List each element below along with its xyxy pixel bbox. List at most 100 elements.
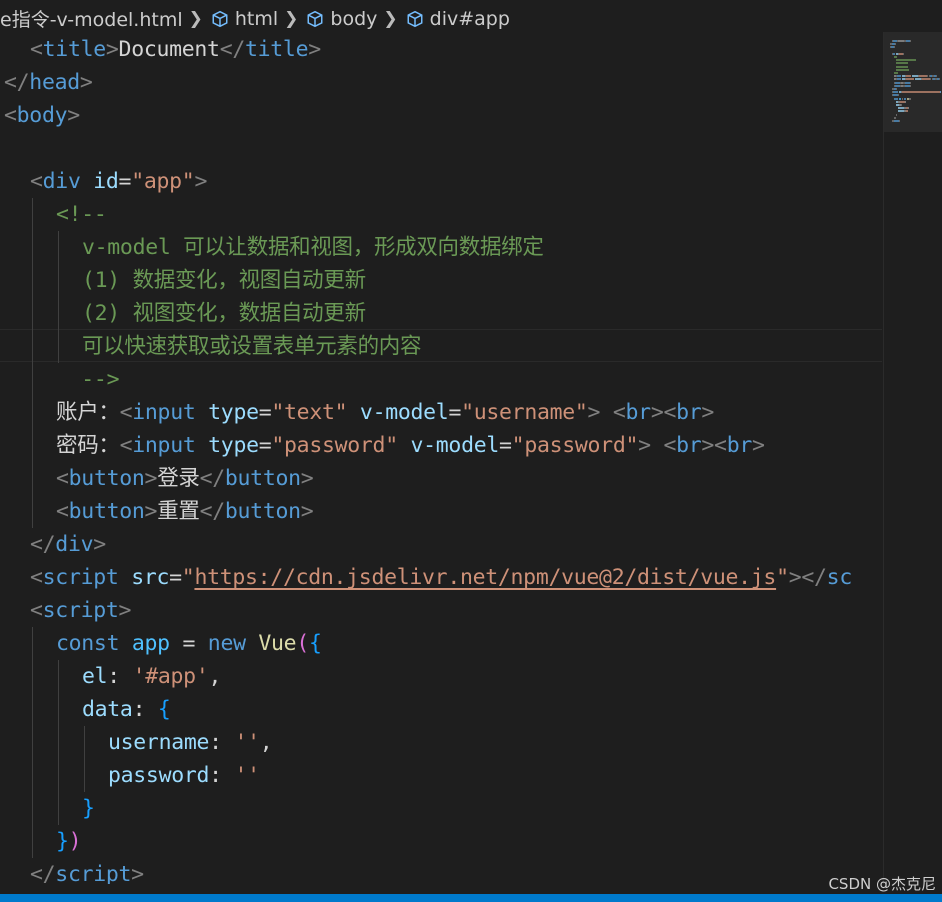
code-token: script xyxy=(42,565,119,590)
code-line[interactable]: <title>Document</title> xyxy=(30,33,321,66)
code-line[interactable]: 可以快速获取或设置表单元素的内容 xyxy=(82,330,422,363)
code-line[interactable]: --> xyxy=(56,363,119,396)
code-token: title xyxy=(245,37,309,62)
code-token: "password" xyxy=(271,433,398,458)
code-token: >< xyxy=(650,400,677,425)
code-token: '#app' xyxy=(132,664,209,689)
code-line[interactable]: <div id="app"> xyxy=(30,165,207,198)
code-line[interactable]: </script> xyxy=(30,858,144,884)
code-line[interactable]: (1) 数据变化，视图自动更新 xyxy=(82,264,366,297)
code-line[interactable]: <body> xyxy=(4,99,80,132)
code-token: { xyxy=(308,631,322,656)
code-line[interactable]: 账户：<input type="text" v-model="username"… xyxy=(56,396,714,429)
code-line[interactable]: } xyxy=(82,792,95,825)
code-token: > xyxy=(701,400,715,425)
minimap-token xyxy=(894,97,898,100)
code-token: br xyxy=(625,400,652,425)
code-token: <!-- xyxy=(56,202,107,227)
minimap-token xyxy=(896,113,897,116)
code-token: > xyxy=(118,598,132,623)
code-token: button xyxy=(68,466,145,491)
code-line[interactable]: data: { xyxy=(82,693,171,726)
code-token: </ xyxy=(30,862,56,884)
code-line[interactable]: 密码：<input type="password" v-model="passw… xyxy=(56,429,765,462)
minimap-token xyxy=(897,75,901,78)
minimap-token xyxy=(936,75,937,78)
code-token: password xyxy=(108,763,210,788)
code-token: (1) 数据变化，视图自动更新 xyxy=(82,268,366,293)
code-token: > xyxy=(67,103,80,128)
breadcrumb-file[interactable]: e指令-v-model.html xyxy=(0,5,183,32)
code-token: app xyxy=(131,631,170,656)
breadcrumb-item-body[interactable]: body xyxy=(306,8,377,30)
code-token: 重置 xyxy=(157,499,200,524)
code-token: : xyxy=(209,763,235,788)
code-token: } xyxy=(56,829,69,854)
code-token: button xyxy=(224,499,301,524)
minimap-token xyxy=(894,56,897,58)
code-token: > xyxy=(79,70,93,95)
code-editor[interactable]: <title>Document</title> </head> <body> <div… xyxy=(0,32,882,884)
code-token: < xyxy=(30,37,43,62)
code-line[interactable]: <button>重置</button> xyxy=(56,495,314,528)
code-token: : xyxy=(209,730,235,755)
code-token: </ xyxy=(4,70,30,95)
code-token: Vue xyxy=(258,631,297,656)
code-token: > xyxy=(144,466,158,491)
minimap-token xyxy=(899,97,901,100)
code-token: > xyxy=(308,37,321,62)
code-token: </ xyxy=(30,532,56,557)
code-token: = xyxy=(182,631,196,656)
breadcrumb-item-div-app[interactable]: div#app xyxy=(406,8,510,30)
code-line[interactable]: username: '', xyxy=(108,726,273,759)
code-line[interactable]: }) xyxy=(56,825,82,858)
code-token: '' xyxy=(234,730,260,755)
code-token: div xyxy=(55,532,94,557)
code-line[interactable]: password: '' xyxy=(108,759,260,792)
code-token: script xyxy=(55,862,132,884)
code-token: 账户： xyxy=(56,400,120,425)
indent-guide xyxy=(58,231,59,363)
code-token: < xyxy=(612,400,626,425)
code-token: 密码： xyxy=(56,433,120,458)
chevron-right-icon: ❯ xyxy=(188,8,203,29)
code-line[interactable]: <!-- xyxy=(56,198,107,231)
code-line[interactable]: el: '#app', xyxy=(82,660,221,693)
code-token: > xyxy=(93,532,106,557)
minimap-token xyxy=(896,88,897,90)
code-line[interactable]: const app = new Vue({ xyxy=(56,627,322,660)
cube-icon xyxy=(407,10,423,27)
code-token: "password" xyxy=(511,433,639,458)
code-token: ) xyxy=(68,829,82,854)
code-line[interactable]: </div> xyxy=(30,528,106,561)
code-token: type xyxy=(208,433,259,458)
minimap-token xyxy=(910,40,911,42)
code-token: input xyxy=(132,433,196,458)
code-token: > xyxy=(131,862,144,884)
code-token: " xyxy=(181,565,195,590)
minimap[interactable] xyxy=(883,32,942,884)
code-line[interactable]: <button>登录</button> xyxy=(56,462,314,495)
code-token: < xyxy=(30,565,43,590)
code-line[interactable]: <script> xyxy=(30,594,131,627)
code-line[interactable]: (2) 视图变化，数据自动更新 xyxy=(82,297,366,330)
code-token: v-model 可以让数据和视图，形成双向数据绑定 xyxy=(82,235,544,260)
minimap-token xyxy=(896,62,908,65)
code-token: = xyxy=(499,433,512,458)
minimap-token xyxy=(893,52,895,55)
minimap-token xyxy=(898,94,899,97)
code-token: div xyxy=(42,169,81,194)
code-token: > xyxy=(751,433,765,458)
code-token: : xyxy=(132,697,158,722)
code-token: > xyxy=(144,499,158,524)
code-token: https://cdn.jsdelivr.net/npm/vue@2/dist/… xyxy=(194,565,777,590)
breadcrumb-item-html[interactable]: html xyxy=(211,8,278,30)
code-line[interactable]: <script src="https://cdn.jsdelivr.net/np… xyxy=(30,561,852,594)
code-line[interactable]: v-model 可以让数据和视图，形成双向数据绑定 xyxy=(82,231,544,264)
cube-icon xyxy=(307,10,323,27)
code-line[interactable]: </head> xyxy=(4,66,93,99)
minimap-token xyxy=(906,75,911,78)
